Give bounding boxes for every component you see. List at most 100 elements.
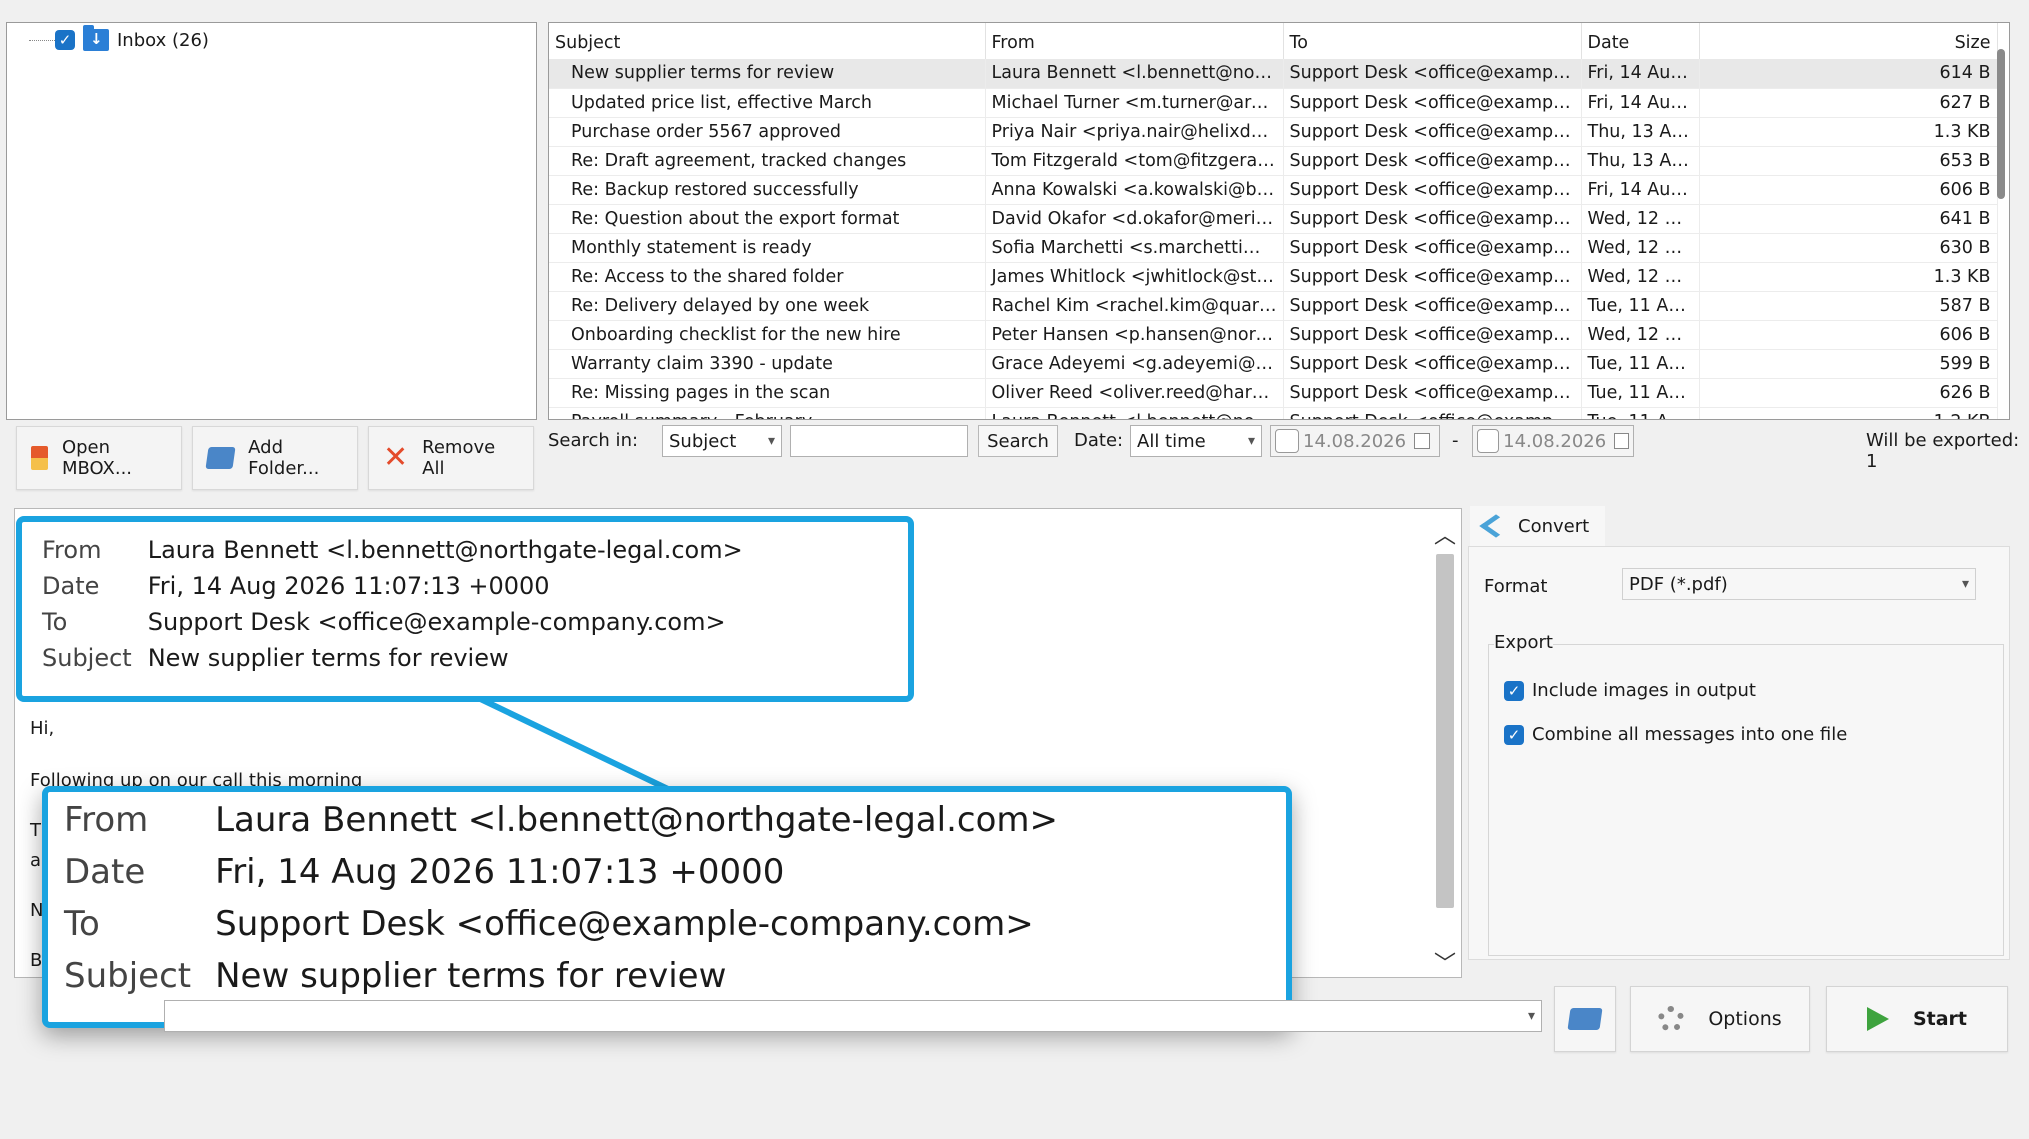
cell-from: Michael Turner <m.turner@arclight... (985, 88, 1284, 118)
tab-convert-label: Convert (1518, 515, 1590, 537)
search-input[interactable] (790, 425, 968, 457)
cell-size: 606 B (1699, 175, 1998, 205)
date-range-select[interactable]: All time ▾ (1130, 425, 1262, 457)
preview-scrollbar[interactable]: ︿ ﹀ (1430, 518, 1458, 978)
options-button[interactable]: Options (1630, 986, 1810, 1052)
start-button[interactable]: Start (1826, 986, 2008, 1052)
cell-subject: Re: Draft agreement, tracked changes (549, 146, 986, 176)
cell-to: Support Desk <office@example-c... (1283, 233, 1582, 263)
cell-from: Grace Adeyemi <g.adeyemi@lume... (985, 349, 1284, 379)
column-to[interactable]: To (1283, 23, 1582, 59)
cell-to: Support Desk <office@example-c... (1283, 407, 1582, 419)
start-label: Start (1912, 1008, 1968, 1030)
cell-subject: Purchase order 5567 approved (549, 117, 986, 147)
table-row[interactable]: Re: Draft agreement, tracked changes Tom … (549, 146, 1998, 176)
cell-from: James Whitlock <jwhitlock@stone... (985, 262, 1284, 292)
chevron-down-icon: ▾ (1961, 576, 1969, 592)
from-label: From (64, 800, 149, 840)
folder-open-icon (1567, 1008, 1603, 1030)
subject-label: Subject (64, 956, 192, 996)
date-from-picker[interactable]: 14.08.2026 (1270, 425, 1440, 457)
cell-subject: Warranty claim 3390 - update (549, 349, 986, 379)
format-label: Format (1484, 576, 1548, 597)
checkbox-checked-icon[interactable]: ✓ (1504, 680, 1524, 701)
date-label: Date (64, 852, 146, 892)
column-date[interactable]: Date (1581, 23, 1700, 59)
date-to-value: 14.08.2026 (1503, 430, 1607, 452)
cell-from: David Okafor <d.okafor@meridian... (985, 204, 1284, 234)
checkbox-checked-icon[interactable]: ✓ (1504, 724, 1524, 745)
checkbox-checked-icon[interactable]: ✓ (55, 30, 75, 50)
date-to-checkbox[interactable] (1477, 429, 1500, 453)
mbox-file-icon (31, 446, 48, 470)
cell-to: Support Desk <office@example-c... (1283, 204, 1582, 234)
cell-date: Thu, 13 Aug... (1581, 146, 1700, 176)
table-row[interactable]: Monthly statement is ready Sofia Marchett… (549, 233, 1998, 263)
cell-date: Thu, 13 Aug... (1581, 117, 1700, 147)
table-row[interactable]: New supplier terms for review Laura Benne… (549, 59, 1998, 89)
remove-all-button[interactable]: ✕ Remove All (368, 426, 534, 490)
scroll-down-icon[interactable]: ﹀ (1434, 946, 1456, 978)
cell-date: Wed, 12 Au... (1581, 320, 1700, 350)
date-to-picker[interactable]: 14.08.2026 (1472, 425, 1634, 457)
scroll-thumb[interactable] (1436, 554, 1454, 908)
include-images-checkbox[interactable]: ✓ Include images in output (1504, 680, 1756, 701)
list-header: Subject From To Date Size (549, 23, 1998, 59)
export-count: Will be exported: 1 (1866, 430, 2020, 472)
search-field-select[interactable]: Subject ▾ (662, 425, 782, 457)
open-mbox-button[interactable]: Open MBOX... (16, 426, 182, 490)
table-row[interactable]: Re: Delivery delayed by one week Rachel K… (549, 291, 1998, 321)
calendar-icon[interactable] (1614, 433, 1629, 449)
cell-to: Support Desk <office@example-c... (1283, 262, 1582, 292)
cell-subject: Onboarding checklist for the new hire (549, 320, 986, 350)
table-row[interactable]: Re: Missing pages in the scan Oliver Reed… (549, 378, 1998, 408)
cell-size: 641 B (1699, 204, 1998, 234)
table-row[interactable]: Payroll summary - FebruaryLaura Bennett … (549, 407, 1998, 419)
subject-label: Subject (42, 644, 132, 672)
include-images-label: Include images in output (1532, 680, 1756, 701)
list-scrollbar[interactable] (1997, 49, 2005, 199)
cell-from: Sofia Marchetti <s.marchetti@vela... (985, 233, 1284, 263)
column-from[interactable]: From (985, 23, 1284, 59)
table-row[interactable]: Warranty claim 3390 - update Grace Adeyem… (549, 349, 1998, 379)
browse-folder-button[interactable] (1554, 986, 1616, 1052)
date-separator: - (1452, 430, 1459, 451)
remove-all-label: Remove All (422, 437, 496, 479)
table-row[interactable]: Updated price list, effective March Micha… (549, 88, 1998, 118)
to-label: To (42, 608, 68, 636)
cell-date: Wed, 12 Au... (1581, 233, 1700, 263)
column-subject[interactable]: Subject (549, 23, 986, 59)
format-select[interactable]: PDF (*.pdf) ▾ (1622, 568, 1976, 600)
calendar-icon[interactable] (1414, 433, 1431, 449)
options-label: Options (1708, 1008, 1782, 1030)
body-fragment: B (30, 950, 43, 971)
to-label: To (64, 904, 100, 944)
table-row[interactable]: Onboarding checklist for the new hire Pet… (549, 320, 1998, 350)
cell-size: 1.2 KB (1699, 407, 1998, 419)
date-from-value: 14.08.2026 (1303, 430, 1407, 452)
cell-size: 587 B (1699, 291, 1998, 321)
message-table: Subject From To Date Size New supplier t… (549, 23, 1998, 419)
tab-convert[interactable]: Convert (1470, 506, 1606, 546)
tree-item-inbox[interactable]: ✓ Inbox (26) (55, 25, 209, 51)
cell-from: Tom Fitzgerald <tom@fitzgerald-a... (985, 146, 1284, 176)
cell-subject: New supplier terms for review (549, 59, 986, 89)
date-from-checkbox[interactable] (1275, 429, 1299, 453)
table-row[interactable]: Purchase order 5567 approved Priya Nair <… (549, 117, 1998, 147)
subject-value: New supplier terms for review (215, 956, 727, 996)
cell-date: Tue, 11 Aug... (1581, 378, 1700, 408)
table-row[interactable]: Re: Backup restored successfully Anna Kow… (549, 175, 1998, 205)
output-path-select[interactable]: ▾ (164, 1000, 1542, 1032)
remove-x-icon: ✕ (383, 440, 409, 475)
cell-date: Tue, 11 Aug... (1581, 349, 1700, 379)
cell-from: Rachel Kim <rachel.kim@quartzlab... (985, 291, 1284, 321)
folder-tree[interactable]: ✓ Inbox (26) (6, 22, 537, 420)
add-folder-button[interactable]: Add Folder... (192, 426, 358, 490)
combine-checkbox[interactable]: ✓ Combine all messages into one file (1504, 724, 1847, 745)
table-row[interactable]: Re: Question about the export format Davi… (549, 204, 1998, 234)
scroll-up-icon[interactable]: ︿ (1434, 518, 1456, 550)
search-button[interactable]: Search (978, 425, 1058, 457)
table-row[interactable]: Re: Access to the shared folder James Whi… (549, 262, 1998, 292)
column-size[interactable]: Size (1699, 23, 1998, 59)
message-list[interactable]: Subject From To Date Size New supplier t… (548, 22, 2010, 420)
